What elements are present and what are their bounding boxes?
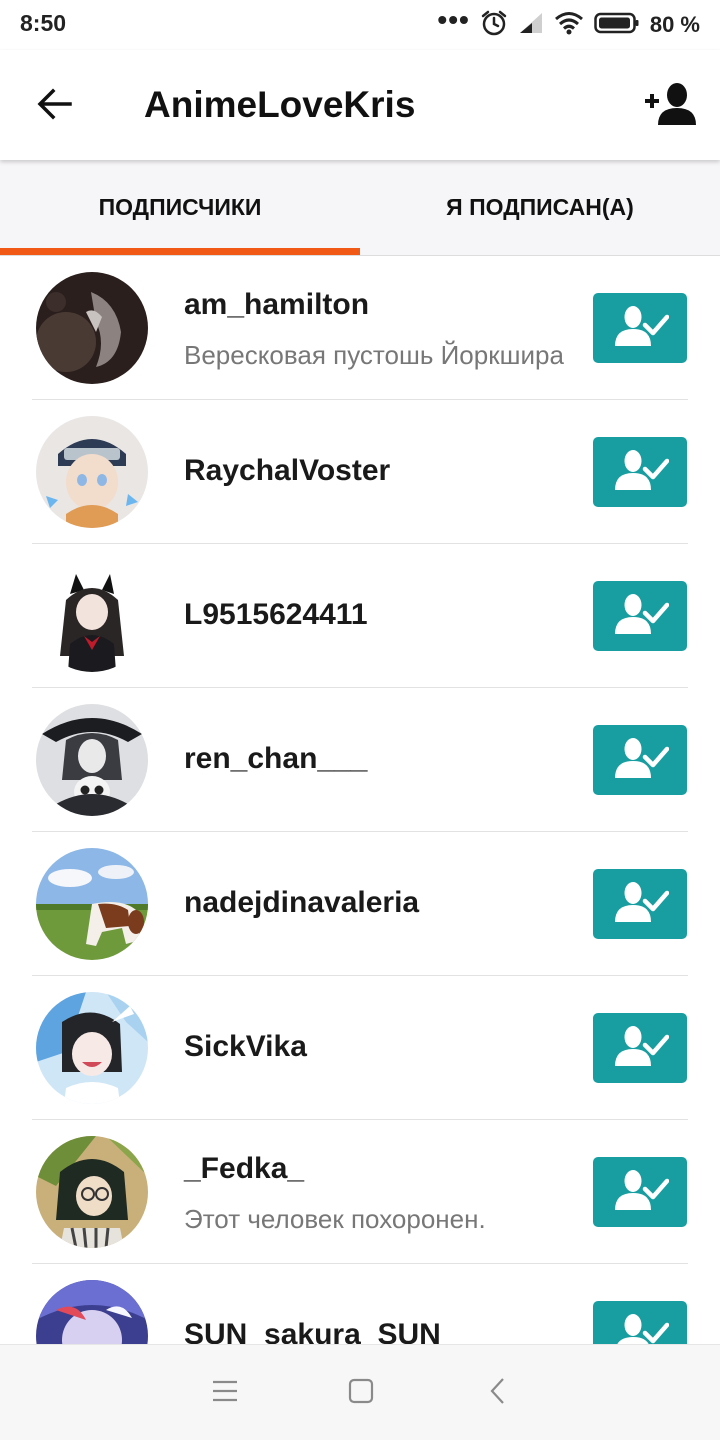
- username[interactable]: SickVika: [184, 1030, 307, 1064]
- list-item[interactable]: nadejdinavaleria: [0, 832, 720, 976]
- user-check-icon: [611, 448, 670, 497]
- app-bar: AnimeLoveKris: [0, 50, 720, 160]
- wifi-icon: [554, 11, 584, 40]
- menu-icon: [212, 1380, 238, 1407]
- arrow-left-icon: [36, 88, 72, 125]
- user-check-icon: [611, 880, 670, 929]
- battery-icon: [594, 11, 640, 40]
- list-item[interactable]: SickVika: [0, 976, 720, 1120]
- tab-following[interactable]: Я ПОДПИСАН(А): [360, 160, 720, 255]
- user-bio: Этот человек похоронен.: [184, 1204, 486, 1234]
- list-item[interactable]: SUN_sakura_SUN: [0, 1264, 720, 1344]
- user-check-icon: [611, 1024, 670, 1073]
- user-check-icon: [611, 1312, 670, 1344]
- add-user-icon: [642, 81, 698, 132]
- following-toggle-button[interactable]: [593, 1301, 687, 1344]
- username[interactable]: _Fedka_: [184, 1152, 304, 1186]
- list-item[interactable]: ren_chan___: [0, 688, 720, 832]
- home-square-icon: [348, 1378, 374, 1409]
- alarm-icon: [480, 9, 508, 42]
- username[interactable]: ren_chan___: [184, 742, 367, 776]
- system-nav-bar: [0, 1344, 720, 1440]
- status-icons: ••• 80 %: [437, 4, 700, 42]
- username[interactable]: am_hamilton: [184, 288, 369, 322]
- tab-bar: ПОДПИСЧИКИ Я ПОДПИСАН(А): [0, 160, 720, 256]
- signal-icon: [518, 11, 544, 40]
- screen: 8:50 ••• 80 % AnimeLoveKris ПОДПИСЧИКИ Я…: [0, 0, 720, 1440]
- following-toggle-button[interactable]: [593, 1157, 687, 1227]
- avatar[interactable]: [36, 704, 148, 816]
- list-item[interactable]: am_hamilton Вересковая пустошь Йоркшира: [0, 256, 720, 400]
- status-time: 8:50: [20, 10, 67, 36]
- list-item[interactable]: L9515624411: [0, 544, 720, 688]
- following-toggle-button[interactable]: [593, 293, 687, 363]
- username[interactable]: RaychalVoster: [184, 454, 390, 488]
- username[interactable]: nadejdinavaleria: [184, 886, 419, 920]
- avatar[interactable]: [36, 416, 148, 528]
- battery-percent: 80 %: [649, 12, 700, 37]
- back-nav-button[interactable]: [478, 1373, 518, 1413]
- avatar[interactable]: [36, 1136, 148, 1248]
- avatar[interactable]: [36, 992, 148, 1104]
- page-title: AnimeLoveKris: [144, 84, 416, 125]
- following-toggle-button[interactable]: [593, 869, 687, 939]
- add-user-button[interactable]: [638, 76, 702, 136]
- user-check-icon: [611, 304, 670, 353]
- user-check-icon: [611, 736, 670, 785]
- following-toggle-button[interactable]: [593, 581, 687, 651]
- followers-list: am_hamilton Вересковая пустошь Йоркшира: [0, 256, 720, 1344]
- following-toggle-button[interactable]: [593, 1013, 687, 1083]
- avatar[interactable]: [36, 1280, 148, 1344]
- following-toggle-button[interactable]: [593, 437, 687, 507]
- tab-followers[interactable]: ПОДПИСЧИКИ: [0, 160, 360, 255]
- avatar[interactable]: [36, 272, 148, 384]
- status-bar: 8:50 ••• 80 %: [0, 0, 720, 50]
- user-check-icon: [611, 1168, 670, 1217]
- user-check-icon: [611, 592, 670, 641]
- list-item[interactable]: _Fedka_ Этот человек похоронен.: [0, 1120, 720, 1264]
- back-button[interactable]: [26, 78, 82, 134]
- menu-button[interactable]: [205, 1373, 245, 1413]
- avatar[interactable]: [36, 848, 148, 960]
- following-toggle-button[interactable]: [593, 725, 687, 795]
- user-bio: Вересковая пустошь Йоркшира: [184, 340, 564, 370]
- home-button[interactable]: [341, 1373, 381, 1413]
- username[interactable]: L9515624411: [184, 598, 368, 632]
- avatar[interactable]: [36, 560, 148, 672]
- back-chevron-icon: [488, 1377, 508, 1410]
- notification-dots: •••: [437, 4, 470, 35]
- list-item[interactable]: RaychalVoster: [0, 400, 720, 544]
- username[interactable]: SUN_sakura_SUN: [184, 1318, 441, 1344]
